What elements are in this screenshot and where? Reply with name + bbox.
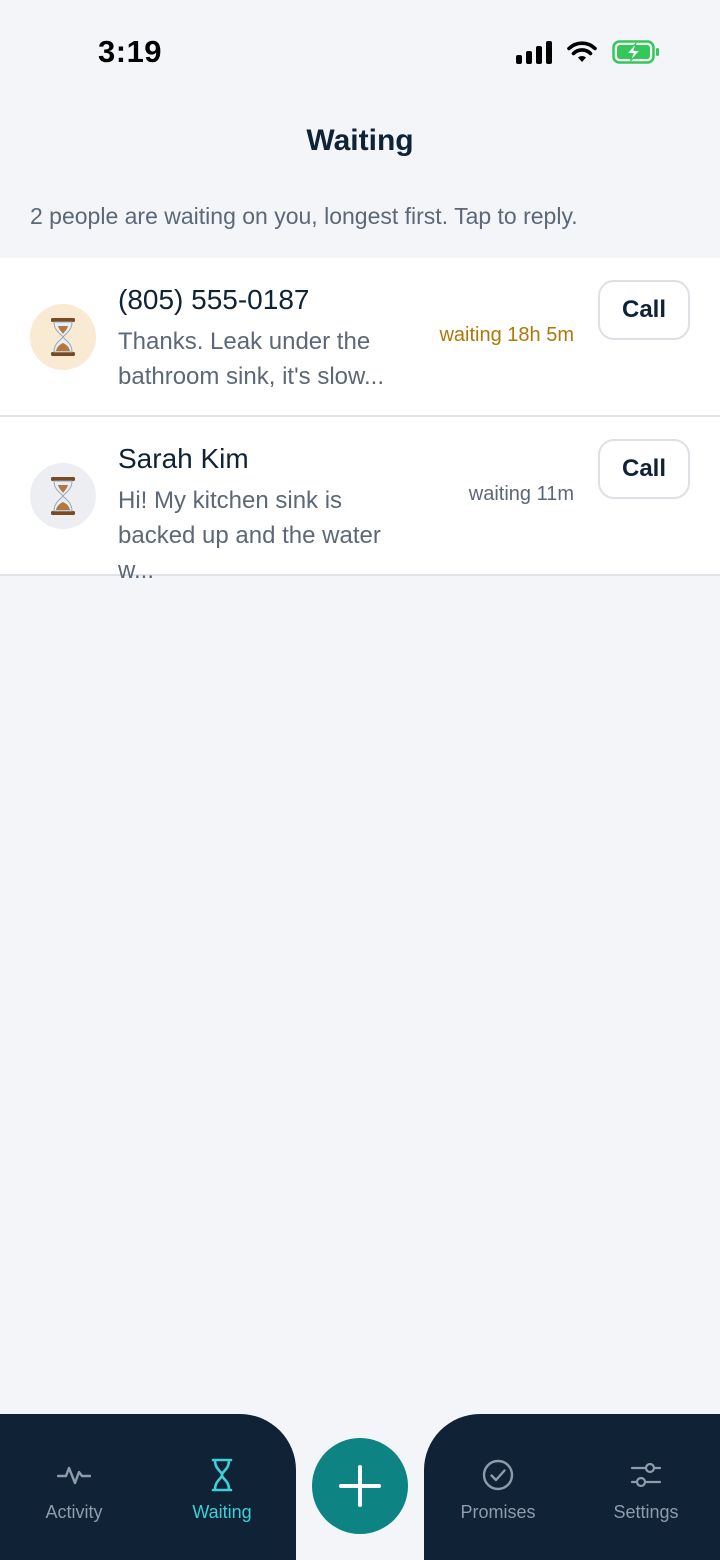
page-subtitle: 2 people are waiting on you, longest fir… — [30, 203, 578, 229]
check-circle-icon — [482, 1459, 514, 1491]
waiting-list: (805) 555-0187 Thanks. Leak under the ba… — [0, 258, 720, 584]
contact-name: (805) 555-0187 — [118, 284, 310, 315]
tab-label: Promises — [460, 1502, 536, 1522]
plus-icon — [339, 1465, 381, 1507]
avatar — [30, 463, 96, 529]
wifi-icon — [567, 41, 597, 62]
tab-waiting[interactable]: Waiting — [148, 1414, 296, 1524]
hourglass-icon — [51, 318, 75, 356]
tab-bar-left-panel: Activity Waiting — [0, 1414, 296, 1560]
conversation-row[interactable]: Sarah Kim Hi! My kitchen sink is backed … — [0, 417, 720, 584]
call-button[interactable]: Call — [598, 439, 690, 499]
add-button[interactable] — [312, 1438, 408, 1534]
page-title: Waiting — [306, 124, 414, 157]
status-time: 3:19 — [98, 34, 163, 69]
waiting-time: waiting 18h 5m — [439, 324, 574, 346]
sliders-icon — [630, 1462, 662, 1488]
bottom-tab-bar: Activity Waiting Promises Settings — [0, 1414, 720, 1560]
message-preview: Thanks. Leak under the bathroom sink, it… — [118, 328, 385, 390]
tab-settings[interactable]: Settings — [572, 1414, 720, 1524]
status-icons — [516, 40, 660, 64]
message-preview: Hi! My kitchen sink is backed up and the… — [118, 487, 381, 584]
avatar — [30, 304, 96, 370]
tab-activity[interactable]: Activity — [0, 1414, 148, 1524]
hourglass-icon — [211, 1458, 233, 1492]
tab-label: Settings — [613, 1502, 679, 1522]
tab-bar-right-panel: Promises Settings — [424, 1414, 720, 1560]
hourglass-icon — [51, 477, 75, 515]
conversation-row[interactable]: (805) 555-0187 Thanks. Leak under the ba… — [0, 258, 720, 417]
battery-charging-icon — [612, 40, 659, 64]
tab-promises[interactable]: Promises — [424, 1414, 572, 1524]
waiting-time: waiting 11m — [468, 483, 574, 505]
tab-label: Waiting — [192, 1502, 252, 1522]
contact-name: Sarah Kim — [118, 443, 249, 474]
call-button[interactable]: Call — [598, 280, 690, 340]
tab-label: Activity — [45, 1502, 103, 1522]
cellular-signal-icon — [516, 40, 552, 64]
pulse-icon — [57, 1466, 91, 1485]
status-bar: 3:19 — [0, 0, 720, 100]
